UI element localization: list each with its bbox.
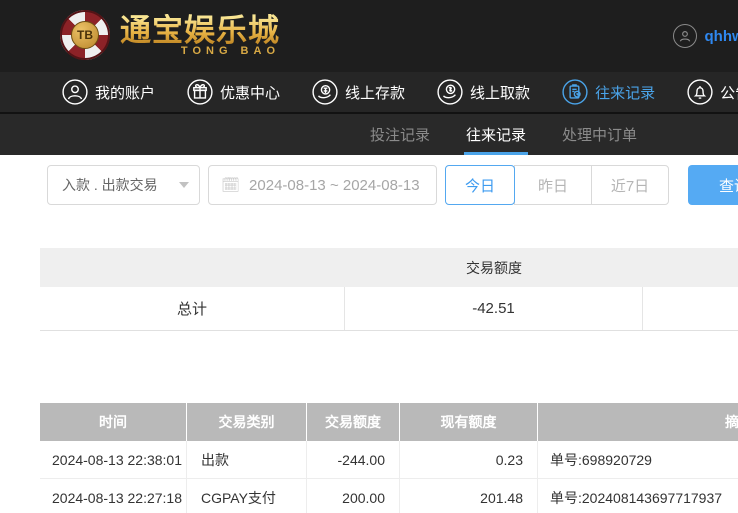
site-logo[interactable]: TB 通宝娱乐城 TONG BAO [60, 10, 280, 60]
cell-balance: 201.48 [400, 479, 538, 513]
summary-total-row: 总计 -42.51 [40, 287, 738, 331]
date-range-value: 2024-08-13 ~ 2024-08-13 [249, 176, 420, 194]
calendar-icon: 🗓 [221, 176, 241, 194]
nav-item-transaction-records[interactable]: 往来记录 [562, 79, 655, 105]
nav-label: 线上存款 [345, 84, 406, 102]
transaction-type-select[interactable]: 入款 . 出款交易 [47, 165, 200, 205]
records-icon [562, 79, 588, 105]
nav-label: 往来记录 [595, 84, 656, 102]
nav-item-promotions[interactable]: 优惠中心 [187, 79, 280, 105]
today-button[interactable]: 今日 [445, 165, 515, 205]
chip-tb-monogram: TB [71, 21, 99, 49]
col-header-amount: 交易额度 [307, 403, 400, 441]
nav-item-deposit[interactable]: 线上存款 [312, 79, 405, 105]
cell-memo: 单号:202408143697717937 [538, 479, 738, 513]
withdraw-icon [437, 79, 463, 105]
col-header-type: 交易类别 [187, 403, 307, 441]
logo-title: 通宝娱乐城 [120, 12, 280, 48]
main-nav: 我的账户 优惠中心 线上存款 线上取款 往来记录 公 [0, 72, 738, 112]
quick-date-group: 今日 昨日 近7日 [445, 165, 669, 205]
col-header-memo: 摘要 [538, 403, 738, 441]
table-body: 2024-08-13 22:38:01 出款 -244.00 0.23 单号:6… [40, 441, 738, 513]
poker-chip-icon: TB [60, 10, 110, 60]
date-range-input[interactable]: 🗓 2024-08-13 ~ 2024-08-13 [208, 165, 437, 205]
col-header-balance: 现有额度 [400, 403, 538, 441]
nav-label: 我的账户 [95, 84, 156, 102]
tab-betting-records[interactable]: 投注记录 [370, 114, 430, 155]
tab-transaction-records[interactable]: 往来记录 [464, 114, 529, 155]
table-row: 2024-08-13 22:27:18 CGPAY支付 200.00 201.4… [40, 479, 738, 513]
cell-time: 2024-08-13 22:38:01 [40, 441, 187, 479]
col-header-time: 时间 [40, 403, 187, 441]
tab-pending-orders[interactable]: 处理中订单 [562, 114, 637, 155]
transactions-table: 时间 交易类别 交易额度 现有额度 摘要 2024-08-13 22:38:01… [40, 403, 738, 513]
top-header: TB 通宝娱乐城 TONG BAO qhhw2 [0, 0, 738, 72]
chevron-down-icon [179, 182, 189, 188]
summary-header-label: 交易额度 [466, 259, 522, 276]
user-account[interactable]: qhhw2 [672, 24, 738, 48]
sub-tabbar: 投注记录 往来记录 处理中订单 [0, 112, 738, 155]
logo-subtitle: TONG BAO [180, 44, 280, 57]
cell-amount: 200.00 [307, 479, 400, 513]
cell-amount: -244.00 [307, 441, 400, 479]
cell-memo: 单号:698920729 [538, 441, 738, 479]
nav-label: 线上取款 [470, 84, 531, 102]
tabs: 投注记录 往来记录 处理中订单 [370, 114, 637, 155]
transaction-type-value: 入款 . 出款交易 [62, 177, 158, 193]
username[interactable]: qhhw2 [705, 28, 738, 45]
cell-time: 2024-08-13 22:27:18 [40, 479, 187, 513]
summary-total-value: -42.51 [345, 287, 643, 330]
nav-label: 公告 [720, 84, 738, 102]
summary-total-label: 总计 [40, 287, 345, 330]
search-button[interactable]: 查询 [688, 165, 738, 205]
summary-header-row: 交易额度 [40, 248, 738, 287]
deposit-icon [312, 79, 338, 105]
user-icon [62, 79, 88, 105]
summary-table: 交易额度 总计 -42.51 [40, 248, 738, 331]
cell-type: 出款 [187, 441, 307, 479]
nav-item-withdraw[interactable]: 线上取款 [437, 79, 530, 105]
nav-item-announcements[interactable]: 公告 [687, 79, 738, 105]
nav-item-my-account[interactable]: 我的账户 [62, 79, 155, 105]
bell-icon [687, 79, 713, 105]
nav-label: 优惠中心 [220, 84, 281, 102]
yesterday-button[interactable]: 昨日 [514, 165, 592, 205]
user-avatar-icon [672, 24, 697, 48]
cell-type: CGPAY支付 [187, 479, 307, 513]
gift-icon [187, 79, 213, 105]
last7days-button[interactable]: 近7日 [591, 165, 669, 205]
logo-text: 通宝娱乐城 TONG BAO [120, 12, 280, 57]
table-header-row: 时间 交易类别 交易额度 现有额度 摘要 [40, 403, 738, 441]
page: TB 通宝娱乐城 TONG BAO qhhw2 我的账户 [0, 0, 738, 513]
cell-balance: 0.23 [400, 441, 538, 479]
table-row: 2024-08-13 22:38:01 出款 -244.00 0.23 单号:6… [40, 441, 738, 479]
